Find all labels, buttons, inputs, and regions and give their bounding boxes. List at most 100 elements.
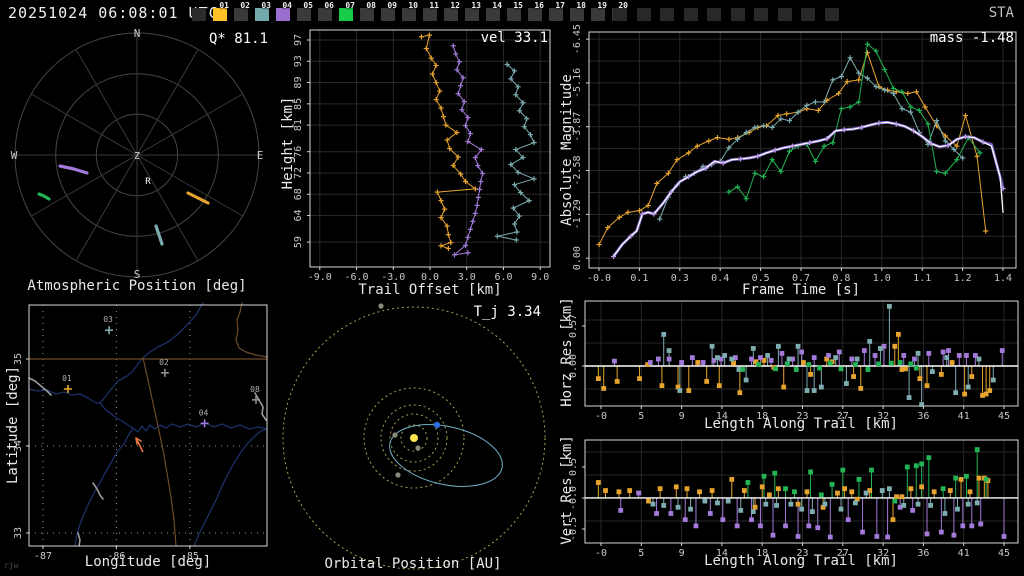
station-indicator-label: 08 [366,1,376,10]
trail-offset-axis-label: Trail Offset [km] [358,282,501,298]
svg-text:R: R [145,177,151,187]
latitude-axis-label: Latitude [deg] [5,366,21,484]
panel-vert-res-km-: -05914182327323641450.5-0.0-0.5 [568,440,1018,559]
panel-latitude-deg-: 0102030408-87-86-85353433 [13,303,267,562]
station-indicator[interactable] [731,8,745,21]
absolute-magnitude-axis-label: Absolute Magnitude [559,74,575,226]
station-indicator-08[interactable]: 08 [360,8,374,21]
station-indicator-05[interactable]: 05 [297,8,311,21]
station-indicator-02[interactable]: 02 [234,8,248,21]
svg-text:9: 9 [679,548,685,559]
svg-text:Z: Z [134,151,140,162]
svg-text:W: W [11,149,18,162]
svg-text:9.0: 9.0 [531,272,549,283]
station-indicator[interactable] [684,8,698,21]
svg-text:0.3: 0.3 [671,273,689,284]
svg-text:-87: -87 [34,551,52,562]
svg-text:-0: -0 [595,411,607,422]
station-indicator-11[interactable]: 11 [423,8,437,21]
svg-text:5: 5 [638,411,644,422]
length-along-trail-axis-label-1: Length Along Trail [km] [704,416,898,432]
station-indicator-15[interactable]: 15 [507,8,521,21]
station-indicator[interactable] [707,8,721,21]
svg-text:36: 36 [917,411,929,422]
svg-text:59: 59 [293,236,304,248]
station-indicator-06[interactable]: 06 [318,8,332,21]
panel-absolute-magnitude: -0.00.10.30.40.50.70.81.01.11.21.40.00-1… [572,24,1016,284]
station-indicator-label: 07 [345,1,355,10]
station-indicator-12[interactable]: 12 [444,8,458,21]
watermark: rjw [4,561,18,570]
station-indicator-19[interactable]: 19 [591,8,605,21]
svg-text:45: 45 [998,411,1010,422]
station-indicator[interactable] [825,8,839,21]
svg-text:35: 35 [13,353,24,365]
station-indicator-label: 06 [324,1,334,10]
svg-text:97: 97 [293,34,304,46]
station-indicator-label: 03 [261,1,271,10]
svg-text:5: 5 [638,548,644,559]
svg-text:04: 04 [199,408,209,417]
longitude-axis-label: Longitude [deg] [85,554,211,570]
atmospheric-plot-title: Atmospheric Position [deg] [27,278,246,294]
station-indicator-label: 05 [303,1,313,10]
station-indicator-17[interactable]: 17 [549,8,563,21]
station-indicator[interactable] [778,8,792,21]
station-indicator[interactable] [801,8,815,21]
svg-text:36: 36 [917,548,929,559]
panel-horz-res-km-: -05914182327323641450.000.57 [568,301,1018,422]
svg-text:1.0: 1.0 [873,273,891,284]
station-list-label: STA [989,5,1014,21]
station-indicator[interactable] [637,8,651,21]
svg-text:01: 01 [62,374,72,383]
svg-text:-6.45: -6.45 [572,24,583,54]
q-reciprocal-value: Q* 81.1 [209,31,268,47]
station-indicator-14[interactable]: 14 [486,8,500,21]
frame-time-axis-label: Frame Time [s] [742,282,860,298]
svg-text:E: E [257,149,264,162]
panel-orbital-position-au- [283,303,545,569]
svg-text:41: 41 [958,548,970,559]
svg-text:41: 41 [958,411,970,422]
station-indicator-label: 11 [429,1,439,10]
top-status-bar: 20251024 06:08:01 UTC 010203040506070809… [0,0,1024,24]
station-indicator-label: 01 [219,1,229,10]
station-indicator-09[interactable]: 09 [381,8,395,21]
svg-text:1.4: 1.4 [994,273,1012,284]
station-indicator-label: 18 [576,1,586,10]
panel-atmospheric-position-deg-: NESWZR [11,27,264,281]
svg-text:64: 64 [293,209,304,221]
orbital-plot-title: Orbital Position [AU] [324,556,501,572]
svg-text:9: 9 [679,411,685,422]
svg-text:1.2: 1.2 [954,273,972,284]
svg-text:68: 68 [293,188,304,200]
svg-text:89: 89 [293,77,304,89]
station-indicator[interactable] [192,8,206,21]
svg-text:-0.0: -0.0 [587,273,611,284]
station-indicator-label: 10 [408,1,418,10]
station-indicator[interactable] [660,8,674,21]
station-indicator-label: 02 [240,1,250,10]
station-indicator-03[interactable]: 03 [255,8,269,21]
svg-text:45: 45 [998,548,1010,559]
velocity-value: vel 33.1 [481,30,548,46]
station-indicator[interactable] [613,8,627,21]
station-indicator-label: 12 [450,1,460,10]
station-indicator-01[interactable]: 01 [213,8,227,21]
station-indicator-label: 19 [597,1,607,10]
station-indicator-04[interactable]: 04 [276,8,290,21]
station-indicator-label: 09 [387,1,397,10]
vert-res-axis-label: Vert Res [km] [559,435,575,545]
svg-text:-0: -0 [595,548,607,559]
station-indicator[interactable] [754,8,768,21]
station-indicator-13[interactable]: 13 [465,8,479,21]
station-indicator-16[interactable]: 16 [528,8,542,21]
mass-value: mass -1.48 [930,30,1014,46]
station-indicator-18[interactable]: 18 [570,8,584,21]
station-indicator-10[interactable]: 10 [402,8,416,21]
station-indicator-07[interactable]: 07 [339,8,353,21]
svg-text:03: 03 [103,315,113,324]
horz-res-axis-label: Horz Res [km] [559,297,575,407]
panel-height-km-: -9.0-6.0-3.00.03.06.09.09793898581767268… [293,30,550,283]
height-axis-label: Height [km] [280,97,296,190]
